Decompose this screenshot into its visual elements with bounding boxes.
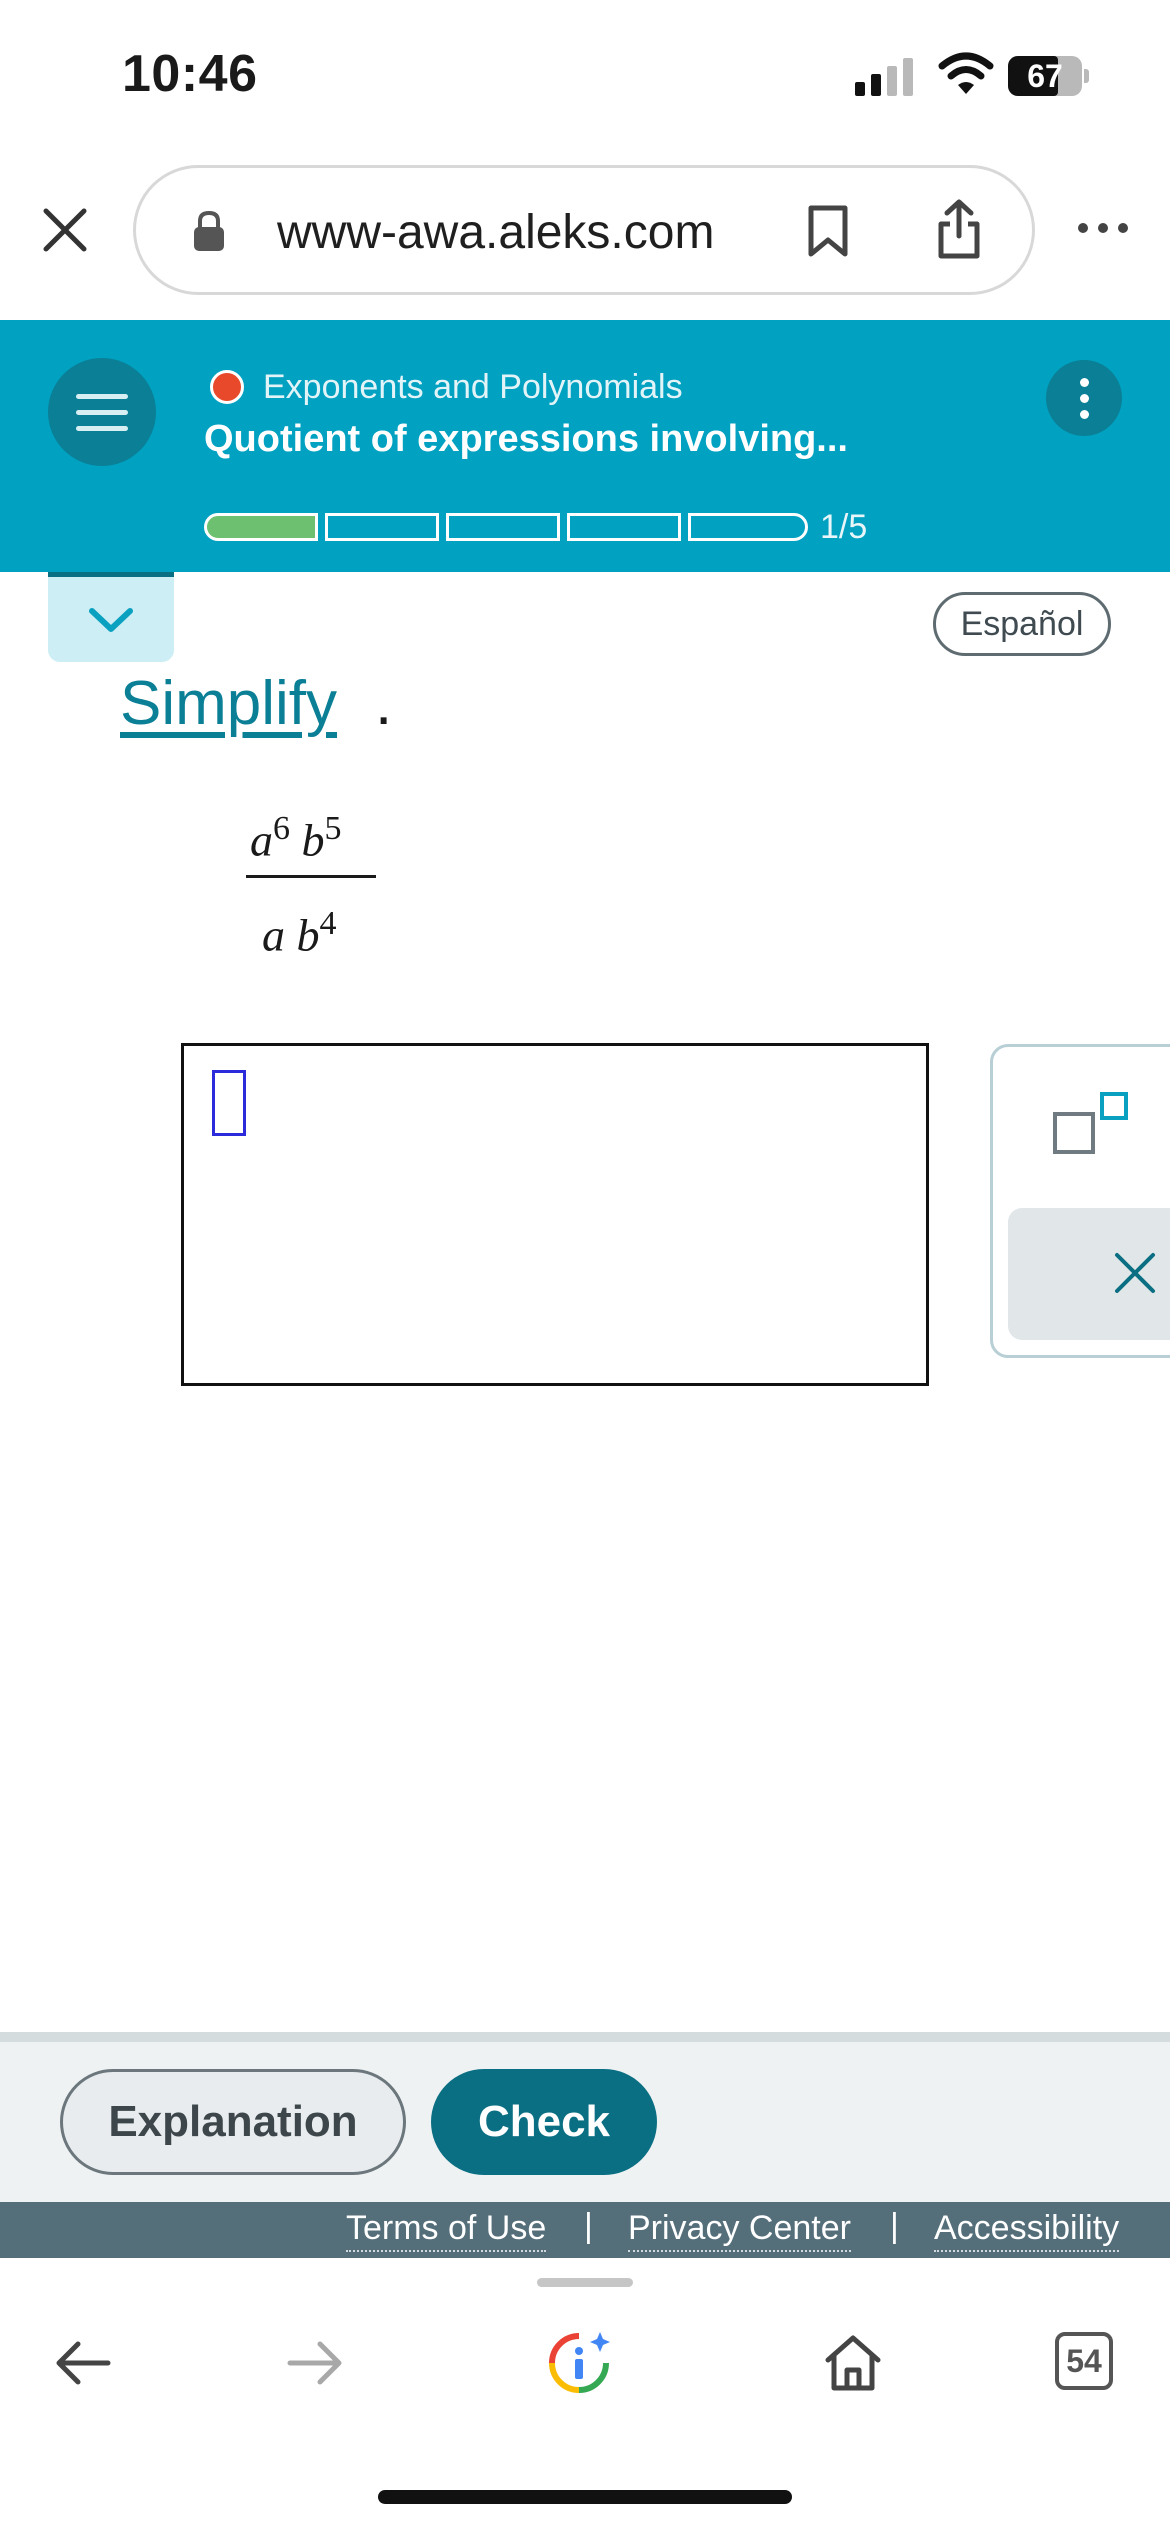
menu-button[interactable]: [48, 358, 156, 466]
battery-level: 67: [1027, 58, 1063, 94]
sheet-grabber[interactable]: [537, 2278, 633, 2287]
close-icon[interactable]: [40, 205, 90, 255]
collapse-tab[interactable]: [48, 572, 174, 662]
more-icon[interactable]: [1075, 218, 1131, 238]
progress-segment: [688, 513, 808, 541]
lock-icon: [194, 210, 224, 251]
numerator-exp-b: 5: [324, 810, 342, 847]
denominator-base-b: b: [296, 909, 320, 961]
instruction-period: .: [375, 669, 393, 738]
topic-title: Exponents and Polynomials: [263, 368, 683, 406]
bookmark-icon[interactable]: [806, 204, 850, 258]
clear-icon[interactable]: [1112, 1250, 1158, 1296]
numerator-base-a: a: [250, 814, 273, 866]
progress-label: 1/5: [820, 508, 868, 546]
simplify-link[interactable]: Simplify: [120, 668, 337, 739]
explanation-button[interactable]: Explanation: [60, 2069, 406, 2175]
chevron-down-icon: [89, 608, 133, 632]
fraction-bar: [246, 875, 376, 878]
language-toggle-button[interactable]: Español: [933, 592, 1111, 656]
google-assistant-icon[interactable]: [546, 2330, 612, 2396]
wifi-icon: [938, 52, 994, 94]
home-indicator[interactable]: [378, 2490, 792, 2504]
battery-indicator: 67: [1008, 56, 1090, 96]
exponent-icon[interactable]: [1052, 1090, 1130, 1156]
progress-segment: [446, 513, 560, 541]
input-cursor-placeholder[interactable]: [212, 1070, 246, 1136]
cellular-signal-icon: [855, 58, 913, 96]
url-text[interactable]: www-awa.aleks.com: [277, 205, 714, 260]
progress-segment: [204, 513, 318, 541]
answer-input[interactable]: [181, 1043, 929, 1386]
privacy-link[interactable]: Privacy Center: [628, 2209, 851, 2252]
footer-separator: |: [890, 2207, 899, 2245]
tab-count-button[interactable]: 54: [1055, 2332, 1113, 2390]
back-arrow-icon[interactable]: [50, 2330, 116, 2396]
options-button[interactable]: [1046, 360, 1122, 436]
denominator-exp-b: 4: [319, 905, 337, 942]
progress-segment: [325, 513, 439, 541]
lesson-title: Quotient of expressions involving...: [204, 418, 848, 460]
numerator-base-b: b: [301, 814, 325, 866]
share-icon[interactable]: [935, 198, 983, 260]
numerator-exp-a: 6: [273, 810, 290, 847]
fraction-denominator: a b4: [262, 905, 337, 961]
terms-link[interactable]: Terms of Use: [346, 2209, 547, 2252]
fraction-numerator: a6 b5: [250, 810, 342, 866]
footer-separator: |: [584, 2207, 593, 2245]
home-icon[interactable]: [820, 2330, 886, 2396]
status-time: 10:46: [122, 45, 258, 103]
forward-arrow-icon[interactable]: [282, 2330, 348, 2396]
topic-status-dot: [210, 370, 244, 404]
check-button[interactable]: Check: [431, 2069, 657, 2175]
progress-segment: [567, 513, 681, 541]
denominator-base-a: a: [262, 909, 285, 961]
accessibility-link[interactable]: Accessibility: [934, 2209, 1120, 2252]
